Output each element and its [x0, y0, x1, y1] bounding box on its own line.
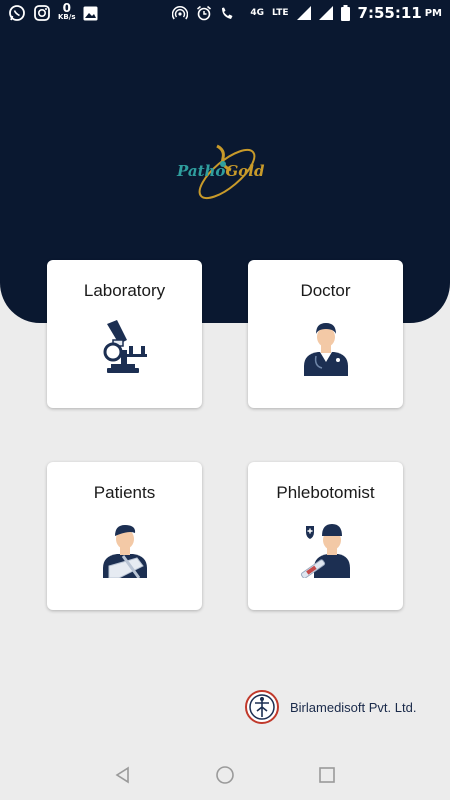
microscope-icon: [103, 320, 147, 373]
net-speed: 0 KB/s: [58, 1, 76, 22]
patients-label: Patients: [93, 483, 156, 502]
doctor-card[interactable]: Doctor: [248, 260, 403, 408]
net-speed-unit: KB/s: [58, 13, 76, 21]
back-triangle-icon: [115, 766, 129, 784]
battery-icon: [340, 5, 350, 21]
net-speed-value: 0: [62, 1, 71, 15]
doctor-label: Doctor: [300, 281, 351, 300]
back-button[interactable]: [112, 764, 134, 786]
birlamedisoft-brand: Birlamedisoft Pvt. Ltd.: [244, 689, 416, 725]
laboratory-card[interactable]: Laboratory: [47, 260, 202, 408]
status-bar: 0 KB/s 4G LTE 7:55:11 PM: [0, 0, 450, 26]
home-button[interactable]: [214, 764, 236, 786]
logo-wordmark: PathoGold: [177, 162, 264, 180]
whatsapp-icon: [9, 5, 25, 21]
network-type: LTE: [271, 8, 289, 18]
logo-text-left: Patho: [177, 162, 226, 180]
recents-button[interactable]: [316, 764, 338, 786]
phlebotomist-icon: [300, 524, 350, 578]
pathogold-logo: PathoGold: [165, 140, 290, 205]
phlebotomist-label: Phlebotomist: [276, 483, 375, 502]
brand-name: Birlamedisoft Pvt. Ltd.: [290, 699, 417, 715]
laboratory-label: Laboratory: [83, 281, 166, 300]
clock-ampm: PM: [424, 7, 442, 19]
doctor-icon: [304, 323, 348, 376]
navigation-bar: [0, 750, 450, 800]
signal-icon: [296, 6, 311, 20]
volte-call-icon: [222, 7, 233, 19]
patient-icon: [103, 525, 147, 578]
status-right: 4G LTE 7:55:11 PM: [172, 4, 442, 22]
logo-text-right: Gold: [225, 162, 265, 180]
status-left: 0 KB/s: [8, 1, 98, 22]
recents-square-icon: [319, 767, 335, 783]
patients-card[interactable]: Patients: [47, 462, 202, 610]
home-circle-icon: [216, 766, 234, 784]
instagram-icon: [34, 5, 50, 21]
hotspot-icon: [172, 6, 189, 20]
signal-icon: [318, 6, 333, 20]
network-4g: 4G: [250, 8, 264, 18]
birlamedisoft-logo-icon: [245, 690, 279, 724]
phlebotomist-card[interactable]: Phlebotomist: [248, 462, 403, 610]
clock-time: 7:55:11: [357, 4, 422, 22]
alarm-icon: [197, 5, 212, 21]
gallery-icon: [83, 6, 98, 20]
